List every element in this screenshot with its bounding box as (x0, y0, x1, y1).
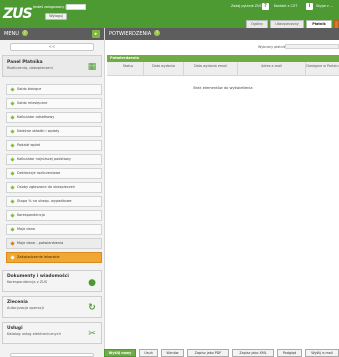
sidebar-item-saldo-biezace[interactable]: Saldo bieżące (6, 84, 102, 95)
document-grid-icon: ▦ (87, 62, 97, 72)
bullet-icon (10, 171, 15, 176)
logout-button[interactable]: Wyloguj (45, 13, 67, 20)
bullet-icon (10, 129, 15, 134)
bullet-icon (10, 87, 15, 92)
main-content: POTWIERDZENIA? Wybrany płatnik: Potwierd… (105, 28, 339, 357)
payer-value (285, 44, 339, 49)
resume-button[interactable]: Wznów (161, 349, 184, 357)
column-dostepne-w-portalu[interactable]: Dostępne w Portalu (305, 62, 339, 76)
sidebar-item-podzial-wplat[interactable]: Podział wpłat (6, 140, 102, 151)
page-title: POTWIERDZENIA (109, 31, 152, 37)
empty-table-message: Brak elementów do wyświetlenia (193, 86, 253, 90)
bullet-icon (10, 115, 15, 120)
sidebar-item-moje-dane-potwierdzenia[interactable]: Moje dane - potwierdzenia (6, 238, 102, 249)
info-icon[interactable]: i (306, 3, 313, 10)
table-header: Status Data wydania Data wydania email A… (107, 62, 339, 76)
sidebar-item-label: Moje dane (17, 227, 36, 231)
sidebar-item-label: Saldo miesięczne (17, 101, 48, 105)
save-xml-button[interactable]: Zapisz jako XML (232, 349, 274, 357)
zlecenia-section[interactable]: Zlecenia Autoryzacja operacji ↻ (2, 296, 102, 318)
contact-cot-link[interactable]: Kontakt z COT (274, 4, 297, 8)
bullet-icon (10, 255, 15, 260)
dokumenty-section[interactable]: Dokumenty i wiadomości Korespondencja z … (2, 270, 102, 292)
sidebar-item-label: Osoby zgłoszone do ubezpieczeń (17, 185, 75, 189)
column-status[interactable]: Status (113, 62, 143, 76)
sidebar-item-label: Deklaracje rozliczeniowe (17, 171, 61, 175)
preview-button[interactable]: Podgląd (277, 349, 302, 357)
question-mail-icon[interactable]: ? (262, 3, 269, 10)
sidebar-item-label: Zaświadczenie lekarskie (17, 255, 60, 259)
sidebar-item-nalezne-skladki[interactable]: Należne składki i wpłaty (6, 126, 102, 137)
panel-platnika-section[interactable]: Panel Płatnika Rozliczenia, ubezpieczeni… (2, 55, 102, 77)
tab-ubezpieczony[interactable]: Ubezpieczony (270, 20, 304, 28)
sidebar-item-label: Podział wpłat (17, 143, 41, 147)
sidebar-item-label: Należne składki i wpłaty (17, 129, 60, 133)
skype-link[interactable]: Skype z ... (316, 4, 333, 8)
sidebar-item-label: Stopa % na ubezp. wypadkowe (17, 199, 72, 203)
save-pdf-button[interactable]: Zapisz jako PDF (187, 349, 229, 357)
column-data-wydania[interactable]: Data wydania (143, 62, 183, 76)
sidebar-item-moje-dane[interactable]: Moje dane (6, 224, 102, 235)
send-new-button[interactable]: Wyślij nowy (104, 349, 136, 357)
sidebar: MENU? ▸ << Panel Płatnika Rozliczenia, u… (0, 28, 105, 357)
zus-logo: ZUS (3, 6, 33, 22)
sidebar-item-osoby-zgloszone[interactable]: Osoby zgłoszone do ubezpieczeń (6, 182, 102, 193)
sidebar-toggle[interactable]: << (10, 43, 94, 51)
panel-title: Potwierdzenia (107, 55, 339, 62)
sidebar-item-deklaracje[interactable]: Deklaracje rozliczeniowe (6, 168, 102, 179)
help-icon[interactable]: ? (21, 30, 28, 36)
sidebar-item-korespondencja[interactable]: Korespondencja (6, 210, 102, 221)
bullet-icon (10, 241, 15, 246)
column-data-wydania-email[interactable]: Data wydania email (183, 62, 237, 76)
bullet-icon (10, 101, 15, 106)
collapse-menu-icon[interactable]: ▸ (92, 30, 100, 38)
delete-button[interactable]: Usuń (139, 349, 158, 357)
top-header: ZUS Jesteś zalogowany jako: Wyloguj Zada… (0, 0, 339, 28)
sidebar-bottom-bar[interactable] (10, 353, 94, 357)
sidebar-item-stopa-wypadkowe[interactable]: Stopa % na ubezp. wypadkowe (6, 196, 102, 207)
bullet-icon (10, 199, 15, 204)
refresh-icon: ↻ (88, 303, 96, 313)
sidebar-item-label: Saldo bieżące (17, 87, 42, 91)
sidebar-item-zaswiadczenie-lekarskie[interactable]: Zaświadczenie lekarskie (6, 252, 102, 263)
speech-bubble-icon: ● (88, 278, 96, 288)
menu-title: MENU (4, 31, 19, 37)
bullet-icon (10, 227, 15, 232)
tab-extra[interactable] (334, 20, 339, 28)
sidebar-item-label: Korespondencja (17, 213, 45, 217)
logged-in-user (66, 4, 86, 10)
tools-icon: ✂ (88, 329, 96, 339)
page-title-bar: POTWIERDZENIA? (105, 28, 339, 40)
help-icon[interactable]: ? (154, 30, 161, 36)
sidebar-item-label: Kalkulator odsetkowy (17, 115, 55, 119)
bullet-icon (10, 157, 15, 162)
sidebar-item-kalkulator-podstawy[interactable]: Kalkulator najniższej podstawy (6, 154, 102, 165)
sidebar-item-kalkulator-odsetkowy[interactable]: Kalkulator odsetkowy (6, 112, 102, 123)
bullet-icon (10, 143, 15, 148)
uslugi-section[interactable]: Usługi Katalog usług elektronicznych ✂ (2, 322, 102, 344)
send-email-button[interactable]: Wyślij e-mail (305, 349, 339, 357)
bullet-icon (10, 185, 15, 190)
column-adres-email[interactable]: Adres e-mail (237, 62, 305, 76)
sidebar-item-saldo-miesieczne[interactable]: Saldo miesięczne (6, 98, 102, 109)
payer-label: Wybrany płatnik: (258, 45, 287, 49)
menu-bar: MENU? ▸ (0, 28, 104, 40)
ask-zus-link[interactable]: Zadaj pytanie ZUS (231, 4, 262, 8)
bullet-icon (10, 213, 15, 218)
sidebar-item-label: Kalkulator najniższej podstawy (17, 157, 71, 161)
tab-ogolny[interactable]: Ogólny (246, 20, 268, 28)
tab-platnik[interactable]: Płatnik (306, 20, 332, 28)
sidebar-item-label: Moje dane - potwierdzenia (17, 241, 64, 245)
